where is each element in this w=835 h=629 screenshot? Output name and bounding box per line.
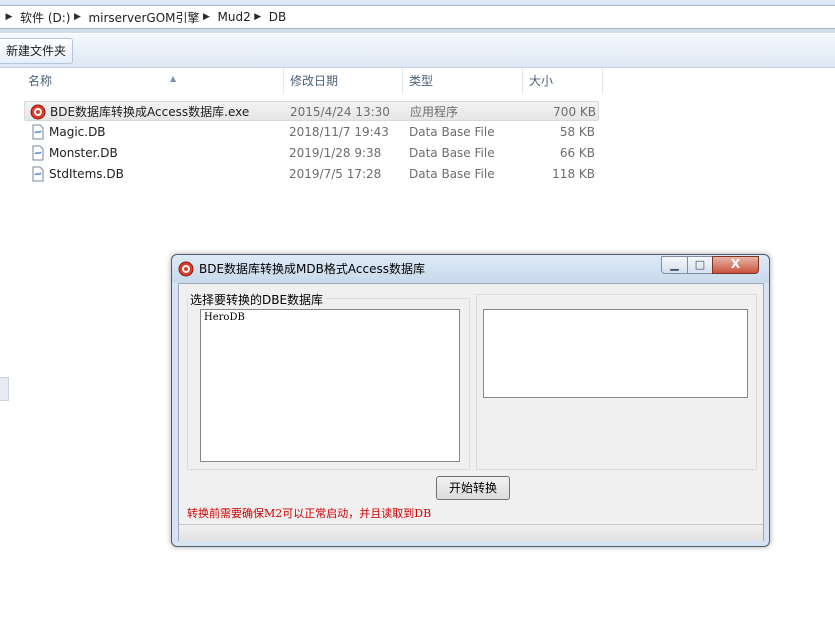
column-header-size[interactable]: 大小 bbox=[523, 68, 603, 94]
command-bar: 新建文件夹 bbox=[0, 34, 835, 68]
chevron-right-icon[interactable]: ▶ bbox=[200, 12, 214, 22]
column-label: 名称 bbox=[28, 74, 53, 88]
breadcrumb-root-arrow[interactable]: ▶ bbox=[0, 6, 18, 28]
warning-text: 转换前需要确保M2可以正常启动，并且读取到DB bbox=[187, 507, 432, 520]
group-box-label: 选择要转换的DBE数据库 bbox=[188, 291, 326, 308]
file-type: Data Base File bbox=[409, 146, 495, 160]
new-folder-button[interactable]: 新建文件夹 bbox=[0, 38, 74, 64]
column-label: 修改日期 bbox=[290, 74, 339, 88]
db-file-icon bbox=[32, 166, 44, 182]
file-modified: 2015/4/24 13:30 bbox=[290, 105, 390, 119]
file-type: Data Base File bbox=[409, 125, 495, 139]
breadcrumb-item-mirserver[interactable]: mirserverGOM引擎 ▶ bbox=[86, 6, 215, 28]
dialog-title: BDE数据库转换成MDB格式Access数据库 bbox=[199, 262, 425, 276]
db-file-icon bbox=[32, 145, 44, 161]
dialog-titlebar[interactable]: BDE数据库转换成MDB格式Access数据库 ▁ □ X bbox=[172, 255, 769, 283]
db-source-listbox[interactable]: HeroDB bbox=[200, 309, 460, 462]
db-file-icon bbox=[32, 124, 44, 140]
column-header-modified[interactable]: 修改日期 bbox=[284, 68, 403, 94]
file-type: Data Base File bbox=[409, 167, 495, 181]
converter-dialog: BDE数据库转换成MDB格式Access数据库 ▁ □ X 选择要转换的DBE数… bbox=[171, 254, 770, 547]
column-label: 大小 bbox=[529, 74, 554, 88]
nav-pane-splitter[interactable] bbox=[0, 377, 9, 401]
column-header-type[interactable]: 类型 bbox=[403, 68, 523, 94]
file-size: 700 KB bbox=[553, 105, 596, 119]
sort-ascending-icon: ▲ bbox=[170, 74, 177, 83]
file-row[interactable]: Magic.DB 2018/11/7 19:43 Data Base File … bbox=[24, 122, 599, 142]
chevron-right-icon[interactable]: ▶ bbox=[70, 12, 84, 22]
file-size: 66 KB bbox=[559, 146, 595, 160]
file-modified: 2019/1/28 9:38 bbox=[289, 146, 382, 160]
file-row[interactable]: Monster.DB 2019/1/28 9:38 Data Base File… bbox=[24, 143, 599, 163]
breadcrumb-item-mud2[interactable]: Mud2 ▶ bbox=[216, 6, 267, 28]
breadcrumb-label: DB bbox=[268, 10, 287, 24]
file-type: 应用程序 bbox=[410, 105, 459, 119]
column-label: 类型 bbox=[409, 74, 434, 88]
breadcrumb-item-drive[interactable]: 软件 (D:) ▶ bbox=[18, 6, 86, 28]
maximize-button[interactable]: □ bbox=[687, 256, 713, 274]
breadcrumb-item-db[interactable]: DB bbox=[267, 6, 288, 28]
minimize-button[interactable]: ▁ bbox=[661, 256, 688, 274]
file-name: Monster.DB bbox=[49, 146, 118, 160]
output-listbox[interactable] bbox=[483, 309, 748, 398]
file-modified: 2019/7/5 17:28 bbox=[289, 167, 382, 181]
list-item[interactable]: HeroDB bbox=[204, 312, 245, 323]
exe-app-icon bbox=[30, 104, 46, 120]
breadcrumb-label: Mud2 bbox=[217, 10, 251, 24]
status-bar bbox=[179, 524, 763, 541]
dialog-client-area: 选择要转换的DBE数据库 HeroDB 开始转换 转换前需要确保M2可以正常启动… bbox=[178, 283, 764, 541]
file-size: 58 KB bbox=[559, 125, 595, 139]
column-headers: 名称 ▲ 修改日期 类型 大小 bbox=[0, 68, 835, 94]
breadcrumb-label: 软件 (D:) bbox=[20, 10, 71, 25]
file-name: StdItems.DB bbox=[49, 167, 124, 181]
close-button[interactable]: X bbox=[712, 256, 759, 274]
address-bar: ▶ 软件 (D:) ▶ mirserverGOM引擎 ▶ Mud2 ▶ DB bbox=[0, 0, 835, 33]
column-header-name[interactable]: 名称 ▲ bbox=[22, 68, 284, 94]
file-name: BDE数据库转换成Access数据库.exe bbox=[50, 105, 250, 119]
breadcrumb-label: mirserverGOM引擎 bbox=[88, 10, 200, 25]
chevron-right-icon[interactable]: ▶ bbox=[251, 12, 265, 22]
file-row[interactable]: BDE数据库转换成Access数据库.exe 2015/4/24 13:30 应… bbox=[24, 101, 599, 121]
start-convert-button[interactable]: 开始转换 bbox=[436, 476, 510, 500]
file-name: Magic.DB bbox=[49, 125, 106, 139]
app-icon bbox=[178, 261, 194, 277]
file-modified: 2018/11/7 19:43 bbox=[289, 125, 389, 139]
breadcrumb[interactable]: ▶ 软件 (D:) ▶ mirserverGOM引擎 ▶ Mud2 ▶ DB bbox=[0, 5, 835, 29]
file-row[interactable]: StdItems.DB 2019/7/5 17:28 Data Base Fil… bbox=[24, 164, 599, 184]
file-size: 118 KB bbox=[552, 167, 595, 181]
